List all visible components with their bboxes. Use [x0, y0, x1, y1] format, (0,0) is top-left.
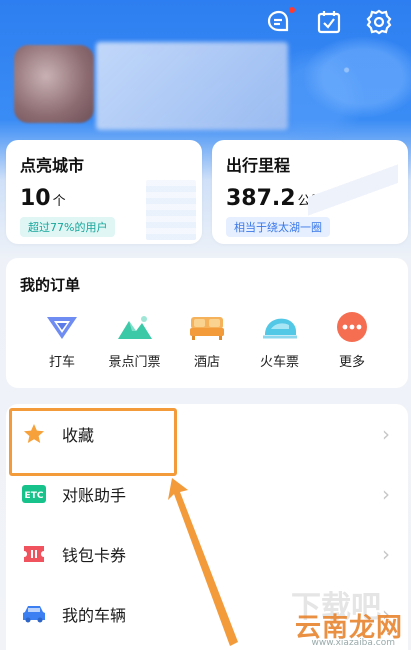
- order-more-label: 更多: [338, 355, 365, 370]
- order-scenic-ticket-label: 景点门票: [108, 355, 161, 370]
- order-taxi[interactable]: 打车: [28, 311, 96, 370]
- travel-mileage-number: 387.2: [226, 186, 296, 211]
- travel-mileage-badge: 相当于绕太湖一圈: [226, 217, 330, 237]
- travel-mileage-card[interactable]: 出行里程 387.2公里 相当于绕太湖一圈: [212, 140, 408, 244]
- order-more[interactable]: 更多: [318, 311, 386, 370]
- scenic-ticket-icon: [115, 311, 155, 343]
- lit-cities-number: 10: [20, 186, 51, 211]
- order-hotel-label: 酒店: [193, 355, 220, 370]
- message-icon[interactable]: [265, 7, 295, 36]
- chevron-right-icon: ›: [382, 422, 390, 446]
- chevron-right-icon: ›: [382, 542, 390, 566]
- menu-item-my-vehicles-label: 我的车辆: [62, 606, 127, 625]
- etc-icon: ETC: [20, 480, 48, 508]
- svg-text:ETC: ETC: [25, 491, 44, 501]
- notification-dot: [289, 7, 295, 13]
- order-train-ticket[interactable]: 火车票: [246, 311, 314, 370]
- chevron-right-icon: ›: [382, 482, 390, 506]
- my-orders-section: 我的订单 打车 景点门票 酒店 火车票 更多: [6, 258, 408, 388]
- order-taxi-label: 打车: [48, 355, 75, 370]
- more-icon: [332, 311, 372, 343]
- building-decoration: [146, 180, 196, 240]
- menu-item-wallet-coupons-label: 钱包卡券: [62, 546, 127, 565]
- settings-icon[interactable]: [365, 8, 393, 36]
- lit-cities-card[interactable]: 点亮城市 10 个 超过77%的用户: [6, 140, 202, 244]
- taxi-icon: [42, 311, 82, 343]
- order-hotel[interactable]: 酒店: [173, 311, 241, 370]
- hotel-icon: [187, 311, 227, 343]
- annotation-arrow: [168, 478, 238, 646]
- order-train-ticket-label: 火车票: [259, 355, 299, 370]
- lit-cities-unit: 个: [52, 194, 66, 209]
- menu-item-reconciliation-label: 对账助手: [62, 486, 127, 505]
- lit-cities-title: 点亮城市: [20, 156, 85, 175]
- orders-row: 打车 景点门票 酒店 火车票 更多: [20, 311, 394, 370]
- train-ticket-icon: [260, 311, 300, 343]
- checkin-icon[interactable]: [315, 8, 343, 36]
- car-icon: [20, 600, 48, 628]
- order-scenic-ticket[interactable]: 景点门票: [101, 311, 169, 370]
- avatar[interactable]: [14, 45, 94, 123]
- top-toolbar: [265, 7, 393, 36]
- coupon-icon: [20, 540, 48, 568]
- lit-cities-badge: 超过77%的用户: [20, 217, 116, 237]
- plane-decoration: [308, 160, 398, 220]
- favorites-highlight-box: [9, 408, 177, 476]
- watermark-url: www.xiazaiba.com: [311, 638, 395, 648]
- my-orders-title: 我的订单: [20, 276, 81, 294]
- user-name-blurred: [96, 42, 288, 130]
